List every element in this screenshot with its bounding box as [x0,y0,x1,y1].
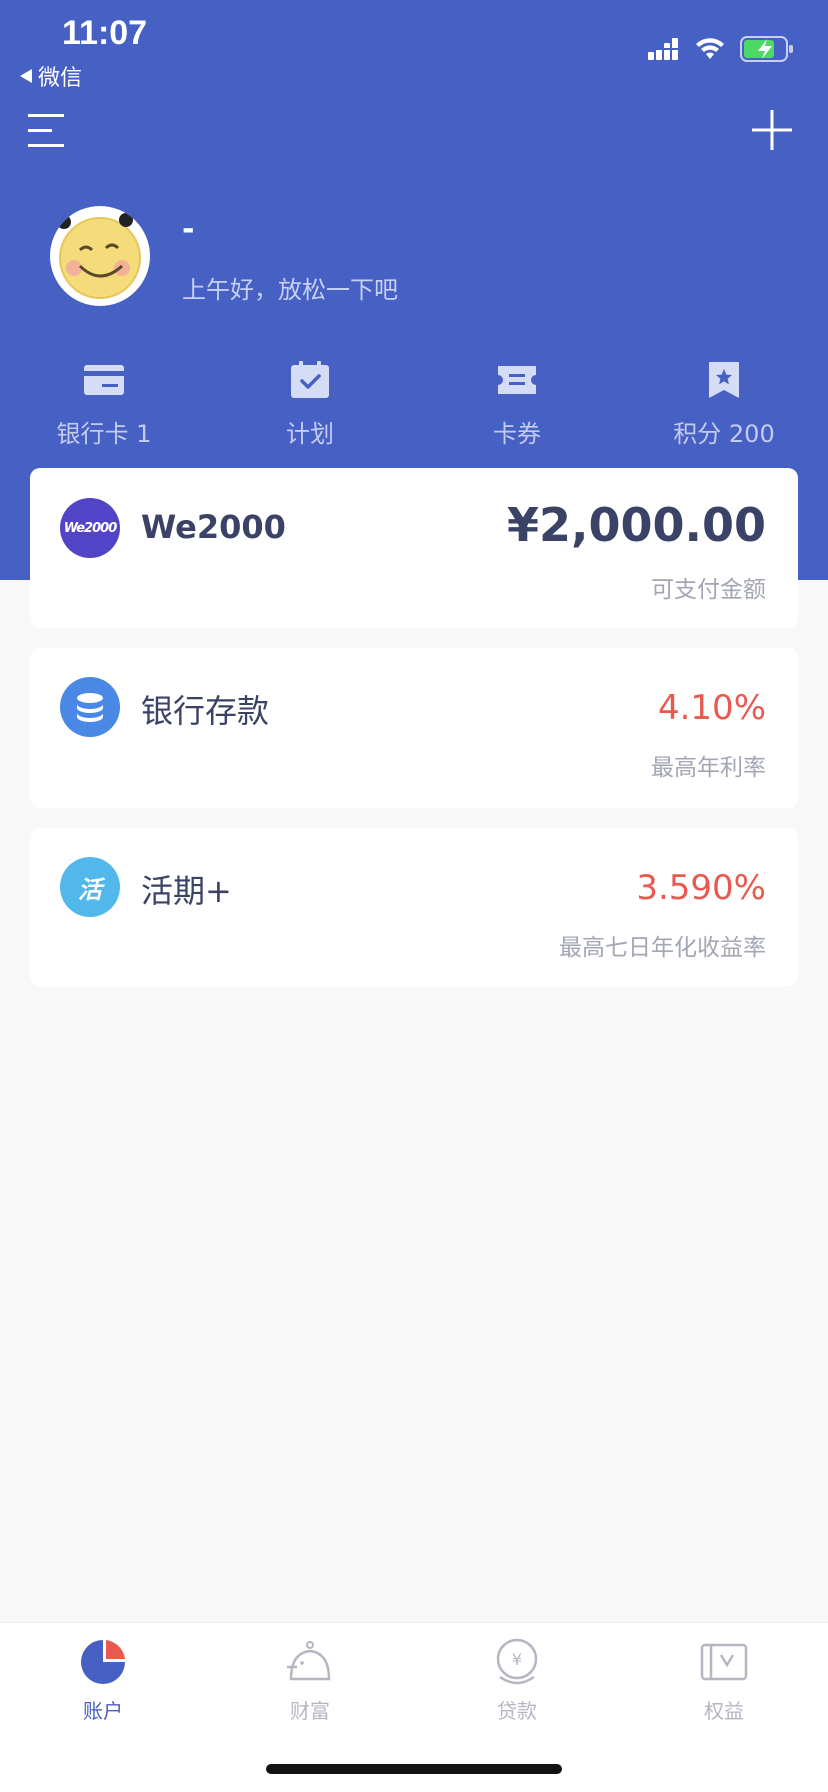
quick-actions: 银行卡 1 计划 卡券 积分 200 [0,360,828,460]
quick-plan[interactable]: 计划 [220,360,400,449]
status-time: 11:07 [62,14,148,52]
back-arrow-icon [20,69,32,83]
quick-coupon-label: 卡券 [493,420,541,448]
current-plus-sub: 最高七日年化收益率 [559,935,766,961]
we2000-card[interactable]: We2000 We2000 ¥2,000.00 可支付金额 [30,468,798,628]
quick-coupon[interactable]: 卡券 [427,360,607,449]
bank-card-icon [84,365,124,395]
wifi-icon [696,38,724,59]
coin-stack-icon [60,677,120,737]
voucher-icon [700,1643,748,1681]
bank-deposit-sub: 最高年利率 [651,755,766,781]
pie-chart-icon [81,1640,125,1684]
tab-benefits[interactable]: 权益 [664,1637,784,1724]
bank-deposit-rate: 4.10% [657,688,766,728]
bank-deposit-name: 银行存款 [141,692,270,730]
tab-account-label: 账户 [83,1699,123,1723]
current-plus-rate: 3.590% [636,868,766,908]
user-name: - [182,212,197,247]
current-logo-icon: 活 [60,857,120,917]
quick-plan-label: 计划 [286,420,334,448]
tab-benefits-label: 权益 [704,1699,744,1723]
calendar-check-icon [291,361,329,398]
avatar-image [57,213,141,299]
svg-text:¥: ¥ [512,1650,522,1669]
we2000-logo-text: We2000 [63,520,118,536]
current-plus-card[interactable]: 活 活期+ 3.590% 最高七日年化收益率 [30,828,798,986]
current-logo-text: 活 [78,875,102,904]
tab-wealth-label: 财富 [290,1699,330,1723]
we2000-logo-icon: We2000 [60,498,120,558]
we2000-sub: 可支付金额 [651,577,766,603]
cellular-signal-icon [648,38,678,60]
status-icons [648,36,794,62]
quick-bank-card-label: 银行卡 1 [56,420,152,448]
yen-coin-icon: ¥ [496,1638,538,1685]
points-badge-icon [709,362,739,398]
quick-bank-card[interactable]: 银行卡 1 [14,360,194,449]
tab-account[interactable]: 账户 [43,1637,163,1724]
bank-deposit-card[interactable]: 银行存款 4.10% 最高年利率 [30,648,798,808]
back-to-wechat-link[interactable]: 微信 [20,60,82,92]
tab-wealth[interactable]: 财富 [250,1637,370,1724]
piggy-bank-icon [287,1641,331,1681]
greeting-text: 上午好，放松一下吧 [182,276,398,304]
tab-loan-label: 贷款 [497,1699,537,1723]
quick-points-label: 积分 200 [673,420,775,448]
tab-loan[interactable]: ¥ 贷款 [457,1637,577,1724]
we2000-name: We2000 [141,508,286,546]
current-plus-name: 活期+ [141,872,232,910]
battery-charging-icon [740,36,793,62]
we2000-balance: ¥2,000.00 [507,498,766,552]
coupon-icon [498,366,536,394]
avatar[interactable] [50,206,150,306]
quick-points[interactable]: 积分 200 [634,360,814,449]
menu-icon[interactable] [28,112,64,150]
home-indicator [266,1764,562,1774]
back-label: 微信 [38,66,83,91]
add-icon[interactable] [752,110,792,150]
